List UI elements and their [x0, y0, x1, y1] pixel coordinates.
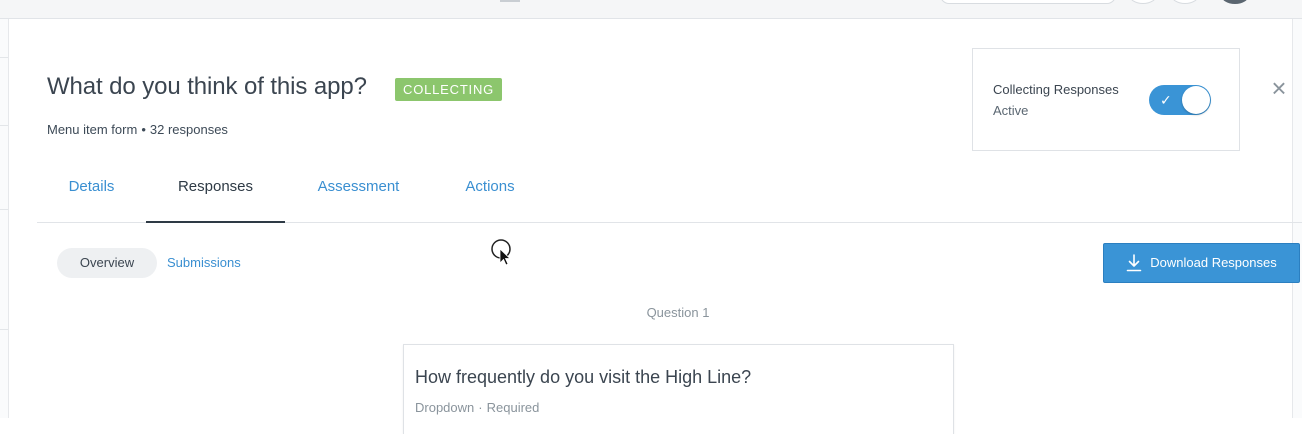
collecting-toggle[interactable]: ✓ [1149, 85, 1211, 115]
collecting-responses-panel: Collecting Responses Active ✓ [972, 48, 1240, 151]
response-count: 32 responses [149, 122, 228, 137]
notifications-icon[interactable] [1171, 0, 1199, 4]
tab-bar: Details Responses Assessment Actions [37, 160, 1302, 223]
toggle-knob [1182, 86, 1210, 114]
collecting-status: Active [993, 103, 1029, 118]
tab-assessment[interactable]: Assessment [300, 160, 417, 222]
download-icon [1126, 254, 1142, 272]
download-label: Download Responses [1150, 255, 1277, 270]
check-icon: ✓ [1160, 92, 1172, 108]
overview-button[interactable]: Overview [57, 248, 157, 278]
question-type: Dropdown [415, 400, 475, 415]
question-text: How frequently do you visit the High Lin… [415, 367, 752, 387]
avatar[interactable] [1221, 0, 1249, 4]
question-required: Required [486, 400, 540, 415]
download-responses-button[interactable]: Download Responses [1103, 243, 1300, 283]
global-search-input[interactable] [940, 0, 1116, 4]
tab-actions[interactable]: Actions [447, 160, 533, 222]
meta-separator: · [478, 400, 483, 415]
left-sidebar-edge [0, 19, 9, 418]
help-icon[interactable] [1129, 0, 1157, 4]
collecting-label: Collecting Responses [993, 82, 1119, 97]
app-logo [500, 0, 520, 2]
submissions-link[interactable]: Submissions [167, 248, 241, 278]
form-type: Menu item form [47, 122, 138, 137]
close-icon[interactable]: × [1268, 75, 1290, 101]
status-badge: COLLECTING [395, 78, 503, 101]
question-number: Question 1 [646, 305, 710, 320]
tab-responses[interactable]: Responses [146, 160, 285, 223]
form-title: What do you think of this app? [47, 73, 367, 100]
form-subtitle: Menu item form • 32 responses [47, 122, 228, 137]
question-meta: Dropdown · Required [415, 400, 539, 415]
mouse-cursor-icon [491, 239, 512, 266]
subtitle-separator: • [141, 122, 146, 137]
question-card: How frequently do you visit the High Lin… [403, 344, 954, 434]
tab-details[interactable]: Details [37, 160, 146, 222]
top-bar [0, 0, 1302, 19]
